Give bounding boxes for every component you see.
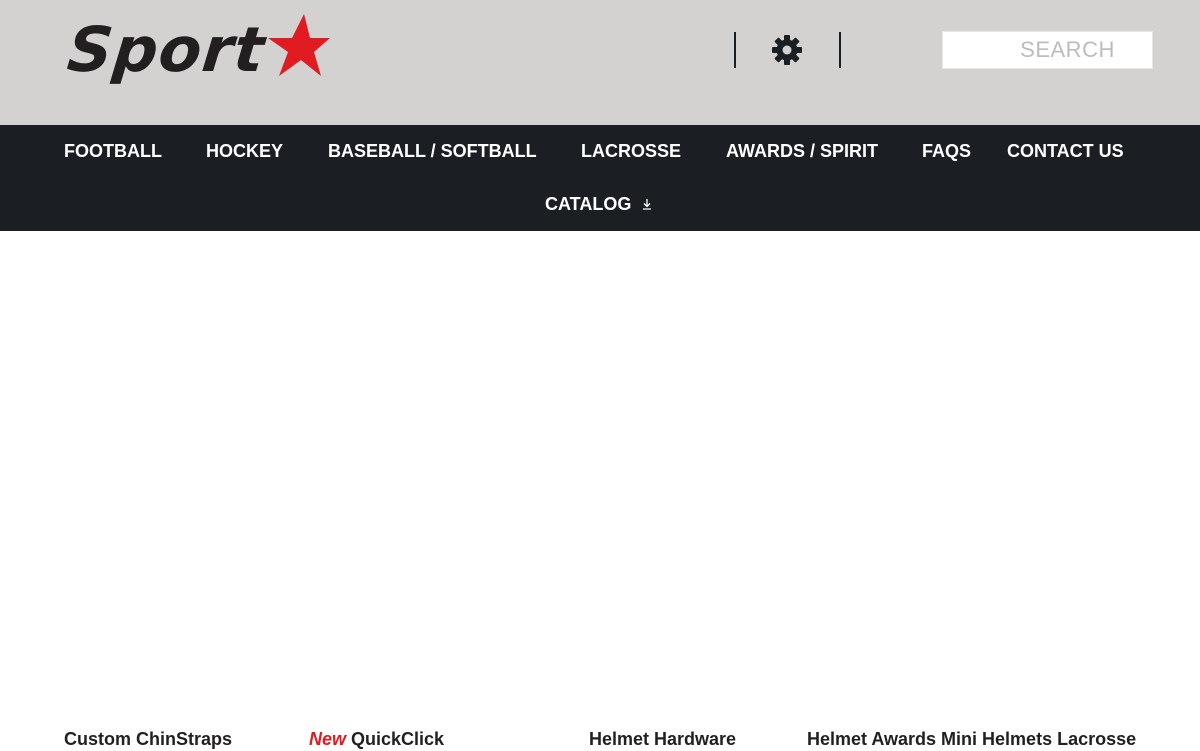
header-divider — [734, 32, 736, 68]
nav-item-lacrosse[interactable]: LACROSSE — [581, 142, 681, 160]
product-title[interactable]: New QuickClick — [309, 729, 444, 751]
star-icon — [268, 14, 330, 76]
nav-item-contact-us[interactable]: CONTACT US — [1007, 142, 1124, 160]
gear-icon[interactable] — [771, 34, 803, 66]
search-box — [942, 31, 1158, 69]
download-icon — [643, 199, 652, 210]
product-title-text: QuickClick — [351, 729, 445, 749]
product-title[interactable]: Custom ChinStraps — [64, 729, 232, 751]
product-title[interactable]: Helmet Hardware — [589, 729, 736, 751]
new-badge: New — [309, 729, 347, 749]
nav-item-catalog-label: CATALOG — [545, 194, 632, 214]
nav-item-catalog[interactable]: CATALOG — [545, 195, 653, 213]
main-nav: FOOTBALL HOCKEY BASEBALL / SOFTBALL LACR… — [0, 125, 1200, 231]
logo[interactable]: Sport — [64, 13, 338, 86]
product-title[interactable]: Helmet Awards Mini Helmets Lacrosse — [807, 729, 1136, 751]
nav-item-baseball-softball[interactable]: BASEBALL / SOFTBALL — [328, 142, 537, 160]
logo-text: Sport — [64, 13, 269, 86]
header-divider — [839, 32, 841, 68]
nav-item-hockey[interactable]: HOCKEY — [206, 142, 283, 160]
nav-item-football[interactable]: FOOTBALL — [64, 142, 162, 160]
site-header: Sport — [0, 0, 1200, 125]
search-input[interactable] — [977, 37, 1158, 63]
nav-item-faqs[interactable]: FAQS — [922, 142, 971, 160]
nav-item-awards-spirit[interactable]: AWARDS / SPIRIT — [726, 142, 878, 160]
